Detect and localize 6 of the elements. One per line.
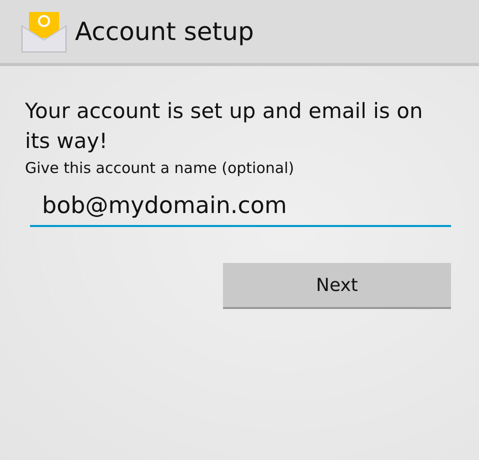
next-button[interactable]: Next bbox=[223, 263, 451, 309]
field-label: Give this account a name (optional) bbox=[25, 159, 296, 177]
envelope-icon bbox=[21, 10, 67, 54]
window-title: Account setup bbox=[75, 17, 254, 46]
heading: Your account is set up and email is on its way! bbox=[25, 98, 424, 155]
account-name-field[interactable]: bob@mydomain.com bbox=[30, 187, 451, 227]
